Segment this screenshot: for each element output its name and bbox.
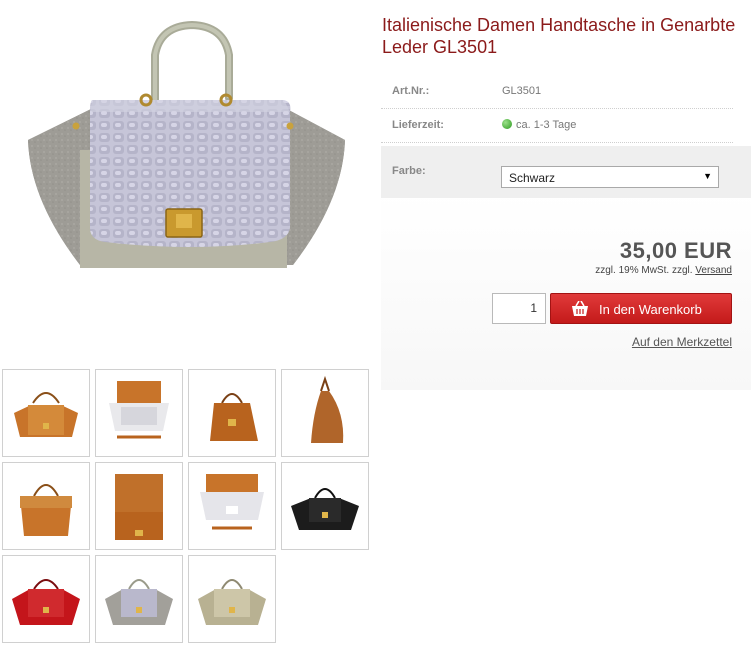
handbag-thumb-image xyxy=(291,488,359,530)
handbag-thumb-image xyxy=(20,484,72,536)
add-to-cart-button[interactable]: In den Warenkorb xyxy=(550,293,732,324)
article-number-value: GL3501 xyxy=(502,85,542,97)
handbag-thumb-image xyxy=(115,474,163,540)
article-number-row: Art.Nr.: GL3501 xyxy=(381,74,733,109)
thumbnail[interactable] xyxy=(2,369,90,457)
availability-dot-icon xyxy=(502,119,512,129)
thumbnail[interactable] xyxy=(281,462,369,550)
handbag-thumb-image xyxy=(105,579,173,625)
color-label: Farbe: xyxy=(392,165,426,177)
handbag-thumb-image xyxy=(109,381,169,439)
handbag-thumb-image xyxy=(198,579,266,625)
color-select[interactable]: Schwarz ▼ xyxy=(501,166,719,188)
thumbnail[interactable] xyxy=(95,369,183,457)
shipping-link[interactable]: Versand xyxy=(695,265,732,276)
color-option-box: Farbe: Schwarz ▼ xyxy=(381,146,751,198)
product-price: 35,00 EUR xyxy=(619,238,732,263)
product-details-panel: Italienische Damen Handtasche in Genarbt… xyxy=(381,0,751,390)
handbag-thumb-image xyxy=(210,393,258,441)
delivery-time-value-wrap: ca. 1-3 Tage xyxy=(502,108,576,142)
thumbnail[interactable] xyxy=(95,555,183,643)
shopping-basket-icon xyxy=(572,301,588,316)
thumbnail[interactable] xyxy=(188,555,276,643)
thumbnail[interactable] xyxy=(2,462,90,550)
quantity-input[interactable]: 1 xyxy=(492,293,546,324)
handbag-thumb-image xyxy=(14,392,78,437)
delivery-time-row: Lieferzeit: ca. 1-3 Tage xyxy=(381,108,733,143)
handbag-main-image xyxy=(28,20,345,268)
article-number-label: Art.Nr.: xyxy=(392,85,430,97)
handbag-thumb-image xyxy=(12,579,80,625)
delivery-time-value: ca. 1-3 Tage xyxy=(516,119,577,131)
thumbnail[interactable] xyxy=(188,369,276,457)
add-to-cart-label: In den Warenkorb xyxy=(599,302,702,317)
tax-info: zzgl. 19% MwSt. zzgl. Versand xyxy=(595,265,732,276)
thumbnail[interactable] xyxy=(281,369,369,457)
wishlist-link[interactable]: Auf den Merkzettel xyxy=(632,335,732,349)
thumbnail[interactable] xyxy=(188,462,276,550)
handbag-thumb-image xyxy=(311,375,344,443)
color-select-value: Schwarz xyxy=(509,171,556,185)
thumbnail[interactable] xyxy=(2,555,90,643)
delivery-time-label: Lieferzeit: xyxy=(392,119,444,131)
tax-text: zzgl. 19% MwSt. zzgl. xyxy=(595,265,693,276)
triangle-down-icon: ▼ xyxy=(703,171,712,181)
thumbnail[interactable] xyxy=(95,462,183,550)
main-product-image[interactable] xyxy=(0,0,380,365)
handbag-thumb-image xyxy=(200,474,264,530)
thumbnail-gallery xyxy=(2,369,374,649)
product-title: Italienische Damen Handtasche in Genarbt… xyxy=(382,15,736,57)
